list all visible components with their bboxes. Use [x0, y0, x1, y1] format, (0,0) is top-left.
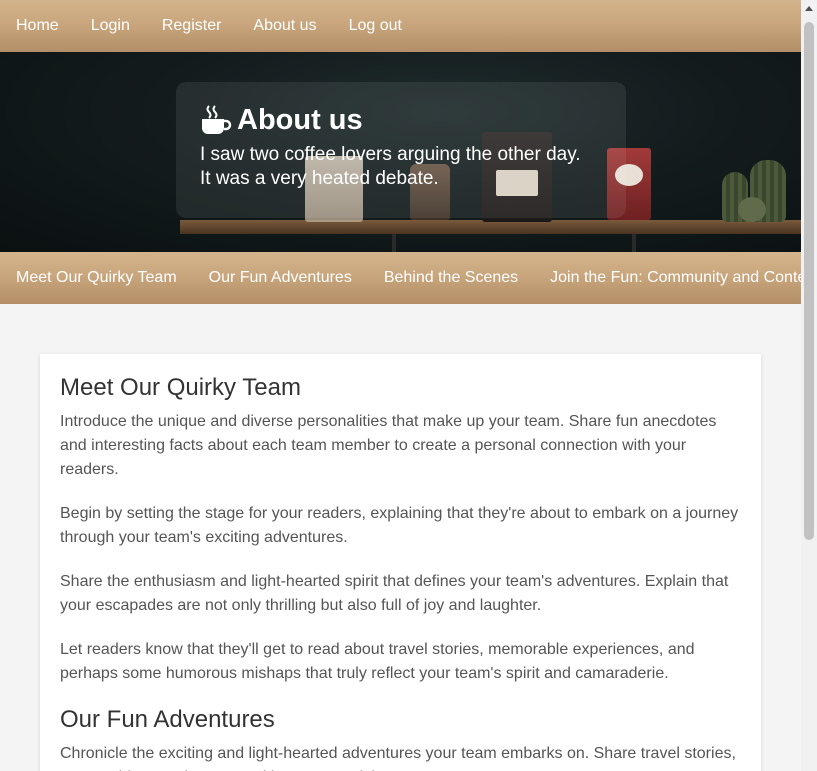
scrollbar-thumb[interactable] [804, 22, 814, 540]
section-paragraph: Let readers know that they'll get to rea… [60, 641, 695, 682]
nav-login-link[interactable]: Login [91, 0, 130, 52]
section-navigation: Meet Our Quirky Team Our Fun Adventures … [0, 252, 801, 304]
hero-subtitle-line: I saw two coffee lovers arguing the othe… [200, 144, 581, 165]
top-navigation: Home Login Register About us Log out [0, 0, 801, 52]
scroll-up-arrow-icon[interactable] [805, 6, 813, 11]
section-paragraph: Share the enthusiasm and light-hearted s… [60, 573, 729, 614]
section-link-team[interactable]: Meet Our Quirky Team [16, 252, 177, 304]
section-heading: Meet Our Quirky Team [60, 374, 301, 401]
section-link-behind-scenes[interactable]: Behind the Scenes [384, 252, 518, 304]
hero-shelf [180, 220, 801, 234]
vertical-scrollbar[interactable] [801, 0, 817, 771]
section-link-community[interactable]: Join the Fun: Community and Contests [550, 252, 801, 304]
hero-text-box: About us I saw two coffee lovers arguing… [176, 82, 626, 218]
nav-home-link[interactable]: Home [16, 0, 59, 52]
hero-cactus [738, 197, 766, 222]
hero-shelf-leg [632, 234, 636, 252]
section-heading: Our Fun Adventures [60, 706, 275, 733]
nav-register-link[interactable]: Register [162, 0, 222, 52]
nav-about-link[interactable]: About us [253, 0, 316, 52]
page-title: About us [200, 100, 602, 140]
nav-logout-link[interactable]: Log out [349, 0, 402, 52]
hero-subtitle-line: It was a very heated debate. [200, 168, 439, 189]
page-title-text: About us [237, 103, 363, 136]
hero-banner: About us I saw two coffee lovers arguing… [0, 52, 801, 252]
section-paragraph: Introduce the unique and diverse persona… [60, 413, 717, 478]
page: Home Login Register About us Log out Abo… [0, 0, 801, 771]
section-paragraph: Chronicle the exciting and light-hearted… [60, 745, 736, 771]
content-card: Meet Our Quirky Team Introduce the uniqu… [40, 354, 761, 771]
coffee-cup-icon [202, 105, 232, 134]
hero-shelf-leg [392, 234, 396, 252]
hero-subtitle: I saw two coffee lovers arguing the othe… [200, 143, 602, 191]
section-paragraph: Begin by setting the stage for your read… [60, 505, 739, 546]
section-link-adventures[interactable]: Our Fun Adventures [209, 252, 352, 304]
